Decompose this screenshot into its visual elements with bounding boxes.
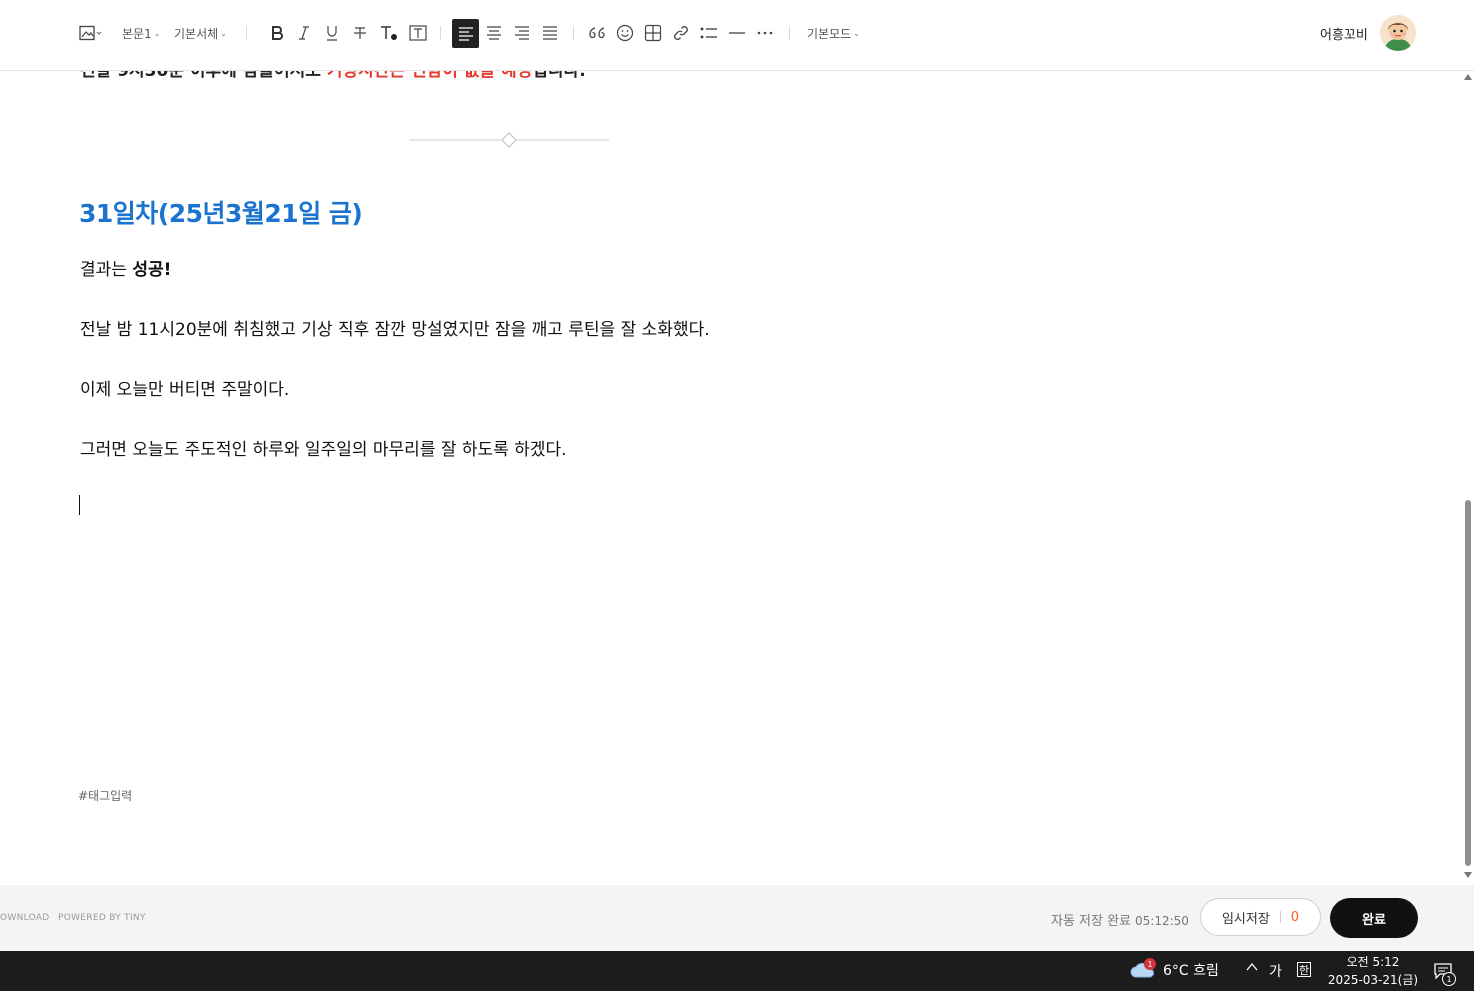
font-family-label: 기본서체	[174, 26, 219, 41]
editor-mode-select[interactable]: 기본모드 ⌄	[807, 19, 860, 47]
text-cursor	[79, 495, 80, 515]
chevron-down-icon: ⌄	[153, 28, 161, 38]
editor-toolbar: 본문1 ⌄ 기본서체 ⌄ 기본모드 ⌄ 어흥꼬비	[0, 0, 1474, 71]
bold-icon[interactable]	[266, 19, 288, 47]
text-color-icon[interactable]	[378, 19, 400, 47]
editor-footer: OWNLOAD POWERED BY TINY 자동 저장 완료 05:12:50…	[0, 885, 1474, 951]
day-heading[interactable]: 31일차(25년3월21일 금)	[79, 194, 363, 230]
temp-save-label: 임시저장	[1221, 911, 1270, 927]
align-center-icon[interactable]	[483, 19, 505, 47]
ime-language[interactable]: 가	[1269, 961, 1282, 981]
result-label: 결과는	[80, 260, 133, 280]
paragraph-style-label: 본문1	[122, 26, 152, 41]
tray-expand-icon[interactable]	[1245, 960, 1259, 978]
result-paragraph[interactable]: 결과는 성공!	[80, 255, 171, 280]
vertical-scrollbar[interactable]	[1462, 70, 1474, 885]
temp-save-count: 0	[1290, 909, 1300, 925]
underline-icon[interactable]	[321, 19, 343, 47]
tag-input[interactable]: #태그입력	[78, 787, 132, 804]
paragraph[interactable]: 이제 오늘만 버티면 주말이다.	[80, 375, 289, 400]
partial-paragraph: 전날 9시30분 이후에 잠들어서도 기상시간은 변함이 없을 예정입니다.	[80, 70, 586, 81]
more-icon[interactable]	[754, 19, 776, 47]
system-clock[interactable]: 오전 5:12 2025-03-21(금)	[1324, 953, 1422, 989]
result-value: 성공!	[132, 260, 172, 280]
scroll-up-icon[interactable]	[1464, 74, 1472, 80]
autosave-time: 05:12:50	[1135, 914, 1189, 928]
user-name[interactable]: 어흥꼬비	[1320, 24, 1368, 43]
emoji-icon[interactable]	[614, 19, 636, 47]
horizontal-rule-icon[interactable]	[726, 19, 748, 47]
list-icon[interactable]	[698, 19, 720, 47]
text-background-icon[interactable]	[407, 19, 429, 47]
strikethrough-icon[interactable]	[349, 19, 371, 47]
table-icon[interactable]	[642, 19, 664, 47]
windows-taskbar: 1 6°C 흐림 가 한 오전 5:12 2025-03-21(금) 1	[0, 951, 1474, 991]
autosave-label: 자동 저장 완료	[1051, 914, 1132, 929]
toolbar-divider	[789, 26, 790, 40]
quote-icon[interactable]	[586, 19, 608, 47]
toolbar-divider	[440, 26, 441, 40]
editor-content[interactable]: 전날 9시30분 이후에 잠들어서도 기상시간은 변함이 없을 예정입니다. 3…	[0, 70, 1462, 885]
toolbar-divider	[573, 26, 574, 40]
scroll-down-icon[interactable]	[1464, 872, 1472, 878]
align-left-icon[interactable]	[452, 19, 479, 48]
align-right-icon[interactable]	[511, 19, 533, 47]
chevron-down-icon: ⌄	[220, 28, 227, 38]
chevron-down-icon: ⌄	[853, 28, 860, 38]
temp-save-button[interactable]: 임시저장 0	[1200, 898, 1321, 936]
weather-text: 6°C 흐림	[1163, 963, 1219, 979]
partial-paragraph-suffix: 입니다.	[532, 70, 586, 81]
weather-widget[interactable]: 1 6°C 흐림	[1130, 958, 1219, 980]
paragraph[interactable]: 전날 밤 11시20분에 취침했고 기상 직후 잠깐 망설였지만 잠을 깨고 루…	[80, 315, 710, 340]
partial-paragraph-text: 전날 9시30분 이후에 잠들어서도	[80, 70, 321, 81]
notification-count: 1	[1442, 972, 1456, 986]
powered-by-link[interactable]: POWERED BY TINY	[58, 913, 146, 923]
image-icon[interactable]	[79, 19, 101, 47]
clock-time: 오전 5:12	[1346, 955, 1400, 969]
highlight-text: 기상시간은 변함이 없을 예정	[326, 70, 533, 81]
italic-icon[interactable]	[293, 19, 315, 47]
download-link[interactable]: OWNLOAD	[0, 913, 50, 923]
font-family-select[interactable]: 기본서체 ⌄	[174, 19, 227, 47]
ime-mode[interactable]: 한	[1297, 962, 1311, 977]
done-button[interactable]: 완료	[1330, 898, 1418, 938]
link-icon[interactable]	[670, 19, 692, 47]
toolbar-divider	[246, 26, 247, 40]
autosave-status: 자동 저장 완료 05:12:50	[1051, 910, 1189, 929]
scrollbar-thumb[interactable]	[1465, 500, 1471, 866]
paragraph[interactable]: 그러면 오늘도 주도적인 하루와 일주일의 마무리를 잘 하도록 하겠다.	[80, 435, 567, 460]
clock-date: 2025-03-21(금)	[1327, 973, 1419, 987]
temp-save-divider	[1279, 911, 1281, 923]
align-justify-icon[interactable]	[539, 19, 561, 47]
weather-badge: 1	[1144, 958, 1156, 970]
avatar[interactable]	[1380, 15, 1416, 51]
cloud-icon: 1	[1130, 958, 1156, 980]
paragraph-style-select[interactable]: 본문1 ⌄	[122, 19, 160, 47]
editor-mode-label: 기본모드	[807, 26, 852, 41]
section-divider	[409, 132, 609, 148]
